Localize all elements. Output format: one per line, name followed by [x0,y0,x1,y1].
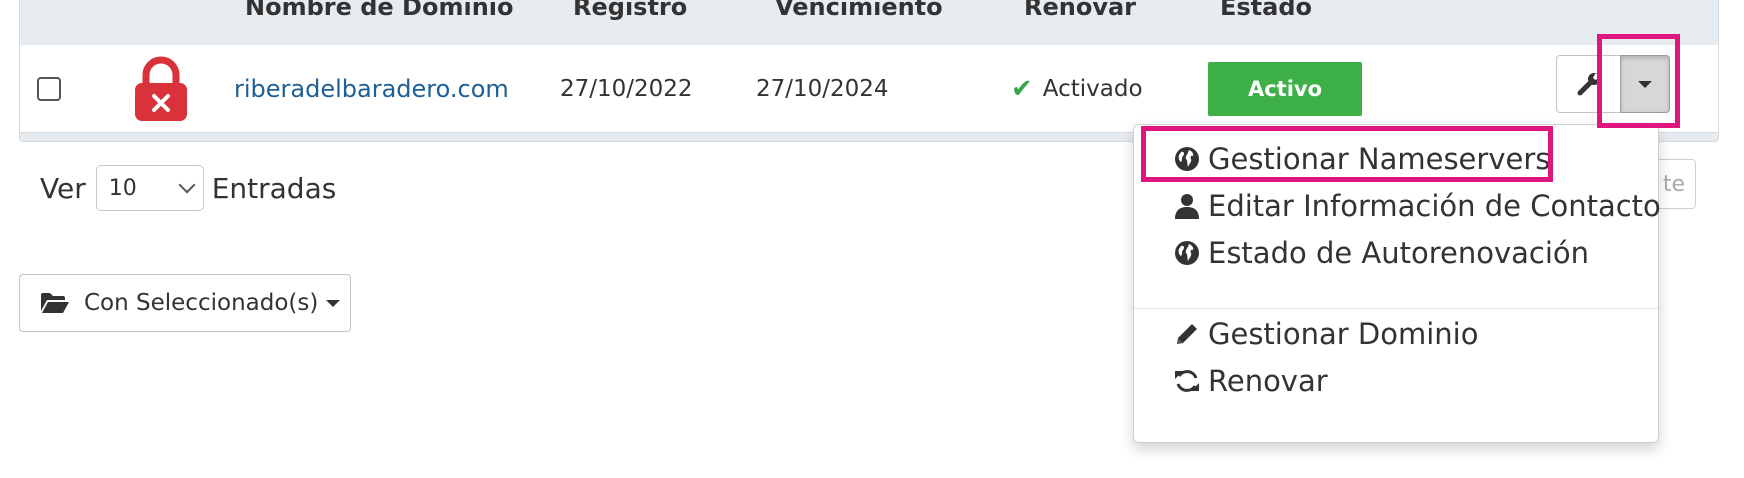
menu-item-label: Gestionar Nameservers [1208,142,1551,176]
length-select[interactable]: 10 [95,165,204,211]
menu-item-renew[interactable]: Renovar [1174,359,1328,403]
status-badge: Activo [1208,61,1362,116]
folder-open-icon [41,293,69,313]
length-control: Ver 10 Entradas [40,164,336,212]
menu-item-label: Renovar [1208,364,1328,398]
ssl-lock-icon [135,56,187,121]
menu-divider [1134,308,1658,309]
pagination-button-label: te [1662,171,1685,197]
globe-icon [1175,147,1199,171]
pencil-icon [1177,324,1197,344]
menu-item-edit-contact[interactable]: Editar Información de Contacto [1174,184,1661,228]
domains-table: Nombre de Dominio Registro Vencimiento R… [19,0,1719,142]
globe-icon [1175,241,1199,265]
refresh-icon [1175,370,1199,392]
menu-item-autorenew-status[interactable]: Estado de Autorenovación [1174,231,1589,275]
header-registration[interactable]: Registro [573,0,687,21]
renew-status: Activado [1042,75,1143,102]
menu-item-manage-domain[interactable]: Gestionar Dominio [1174,312,1478,356]
manage-button[interactable] [1556,55,1620,113]
header-renew[interactable]: Renovar [1024,0,1136,21]
row-actions-dropdown: Gestionar Nameservers Editar Información… [1133,124,1661,443]
table-row: riberadelbaradero.com 27/10/2022 27/10/2… [20,45,1718,133]
header-domain[interactable]: Nombre de Dominio [245,0,514,21]
chevron-down-icon [178,176,196,194]
menu-item-label: Gestionar Dominio [1208,317,1479,351]
length-suffix: Entradas [211,171,337,205]
registration-date: 27/10/2022 [560,75,693,102]
menu-item-label: Estado de Autorenovación [1208,236,1590,270]
menu-item-label: Editar Información de Contacto [1208,189,1661,223]
user-icon [1175,194,1199,219]
bulk-actions-label: Con Seleccionado(s) [84,290,319,316]
header-status[interactable]: Estado [1220,0,1312,21]
page: Nombre de Dominio Registro Vencimiento R… [0,0,1744,478]
domain-link[interactable]: riberadelbaradero.com [234,75,509,103]
expiry-date: 27/10/2024 [756,75,889,102]
caret-down-icon [326,299,341,307]
row-actions [1556,55,1670,113]
caret-down-icon [1638,80,1652,88]
table-header: Nombre de Dominio Registro Vencimiento R… [20,0,1718,46]
length-select-value: 10 [108,175,137,201]
check-icon: ✔ [1011,73,1033,104]
row-checkbox[interactable] [37,76,61,101]
menu-item-manage-nameservers[interactable]: Gestionar Nameservers [1174,137,1550,181]
length-prefix: Ver [40,171,86,205]
wrench-icon [1577,73,1600,96]
dropdown-toggle-button[interactable] [1620,55,1670,113]
bulk-actions-button[interactable]: Con Seleccionado(s) [19,274,351,332]
header-expiry[interactable]: Vencimiento [775,0,943,21]
